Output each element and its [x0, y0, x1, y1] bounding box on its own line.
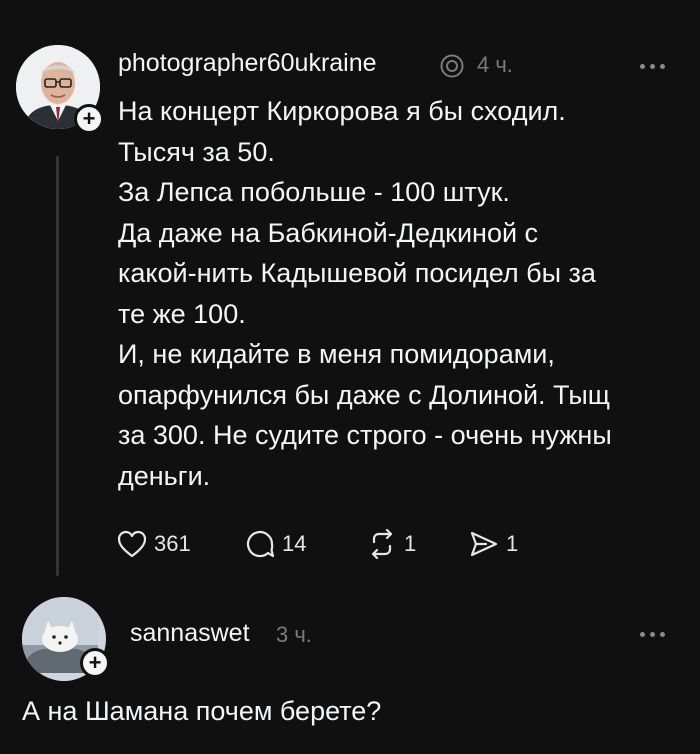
follow-plus-icon[interactable]: +: [80, 648, 110, 678]
like-button[interactable]: 361: [116, 524, 191, 564]
more-options-icon[interactable]: [640, 628, 680, 640]
reply-time: 3 ч.: [276, 622, 312, 647]
repost-icon: [371, 528, 393, 560]
post-text-line: За Лепса побольше - 100 штук.: [118, 177, 510, 207]
like-count: 361: [154, 531, 191, 556]
reply-username[interactable]: sannaswet: [130, 619, 250, 648]
reply-text: А на Шамана почем берете?: [22, 696, 382, 726]
post-text-line: за 300. Не судите строго - очень нужны: [118, 420, 612, 450]
threads-badge-icon: [440, 54, 464, 78]
post-text-line: опарфунился бы даже с Долиной. Тыщ: [118, 379, 610, 410]
reply-count: 14: [282, 531, 307, 556]
repost-count: 1: [404, 531, 417, 556]
post-text: На концерт Киркорова я бы сходил. Тысяч …: [118, 91, 688, 496]
post-text-line: И, не кидайте в меня помидорами,: [118, 339, 555, 369]
follow-plus-icon[interactable]: +: [74, 104, 104, 134]
more-options-icon[interactable]: [640, 60, 680, 72]
post-actions: 361 14 1 1: [116, 524, 616, 564]
send-icon: [470, 531, 498, 557]
post-text-line: Да даже на Бабкиной-Дедкиной с: [118, 217, 539, 248]
post-text-line: деньги.: [118, 460, 211, 491]
repost-button[interactable]: 1: [366, 524, 416, 564]
reply-button[interactable]: 14: [244, 524, 306, 564]
post-text-line: На концерт Киркорова я бы сходил.: [118, 96, 566, 126]
post-username[interactable]: photographer60ukraine: [118, 49, 377, 78]
post-text-line: Тысяч за 50.: [118, 136, 275, 167]
share-button[interactable]: 1: [468, 524, 518, 564]
post-text-line: те же 100.: [118, 298, 246, 329]
thread-line: [56, 156, 59, 576]
heart-icon: [117, 530, 147, 558]
post-text-line: какой-нить Кадышевой посидел бы за: [118, 258, 596, 288]
comment-icon: [246, 531, 275, 558]
share-count: 1: [506, 531, 519, 556]
post-time: 4 ч.: [477, 52, 513, 77]
